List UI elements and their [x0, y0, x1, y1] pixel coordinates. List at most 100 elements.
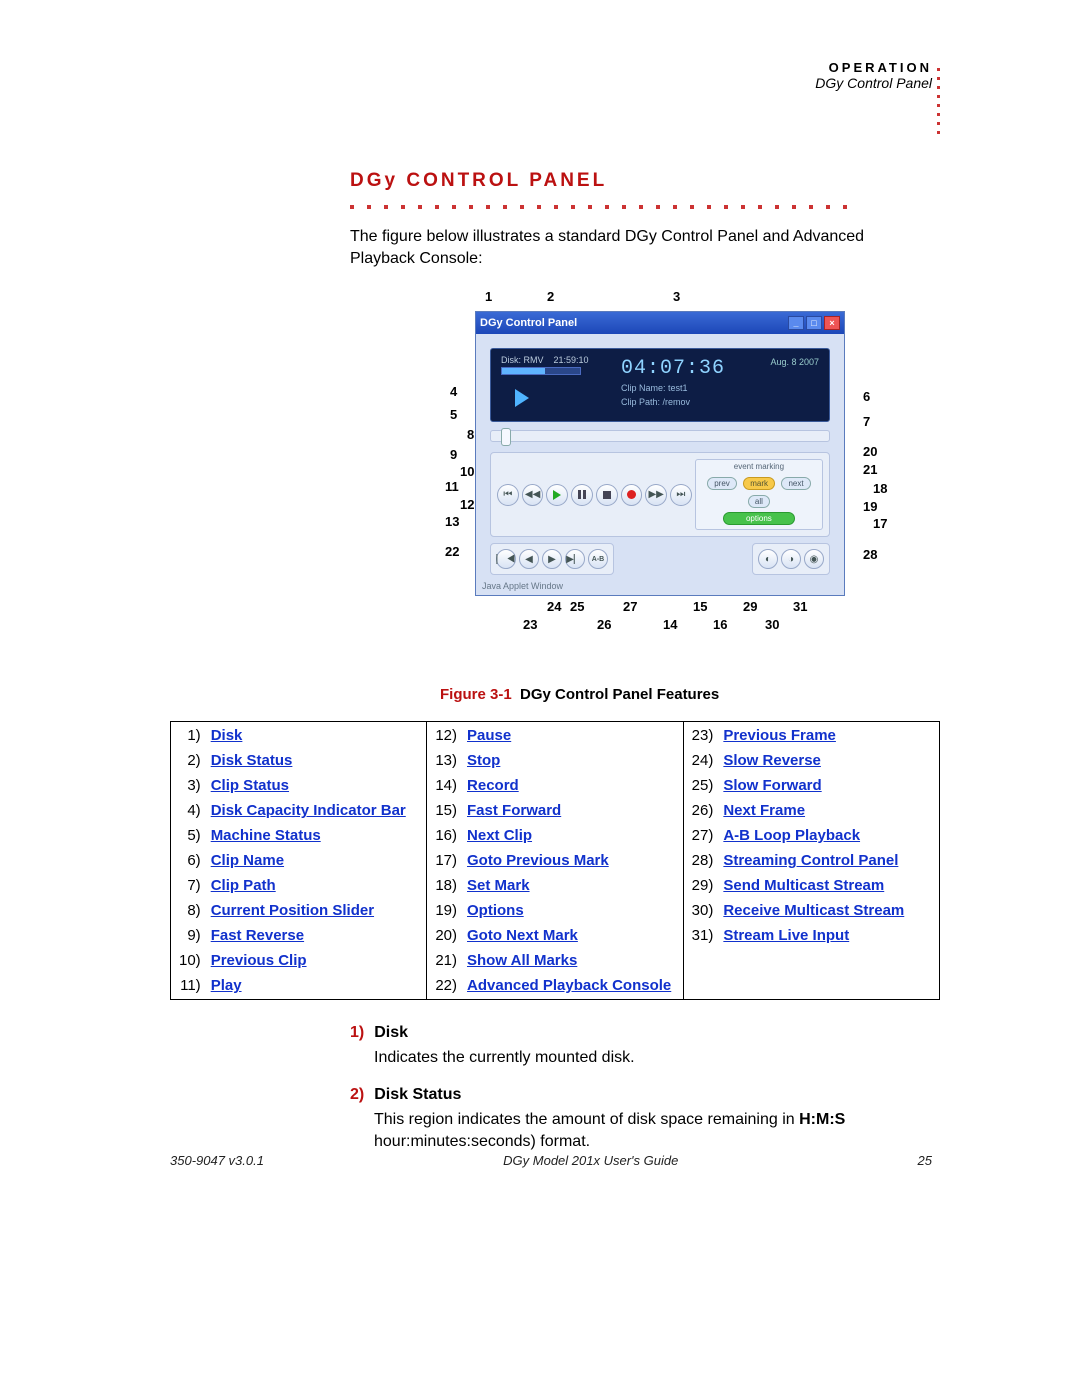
- legend-link[interactable]: Options: [467, 902, 524, 919]
- desc-1-num: 1): [350, 1024, 364, 1041]
- legend-link[interactable]: Receive Multicast Stream: [723, 902, 904, 919]
- callout-3: 3: [673, 289, 680, 304]
- disk-label: Disk:: [501, 355, 521, 365]
- legend-link[interactable]: Disk Status: [211, 752, 293, 769]
- legend-link[interactable]: A-B Loop Playback: [723, 827, 860, 844]
- legend-link[interactable]: Streaming Control Panel: [723, 852, 898, 869]
- position-slider[interactable]: [490, 430, 830, 442]
- desc-1-text: Indicates the currently mounted disk.: [374, 1047, 940, 1069]
- callout-16: 16: [713, 617, 727, 632]
- legend-link[interactable]: Set Mark: [467, 877, 530, 894]
- window-title: DGy Control Panel: [480, 317, 577, 329]
- page-header: OPERATION DGy Control Panel: [815, 60, 932, 91]
- maximize-button[interactable]: □: [806, 316, 822, 330]
- legend-table: 1)Disk 2)Disk Status 3)Clip Status 4)Dis…: [170, 721, 940, 1000]
- callout-22: 22: [445, 544, 459, 559]
- horizontal-dots-decor: [350, 198, 940, 216]
- send-multicast-button[interactable]: ◐: [758, 549, 778, 569]
- legend-link[interactable]: Goto Previous Mark: [467, 852, 609, 869]
- disk-value: RMV: [524, 355, 544, 365]
- callout-30: 30: [765, 617, 779, 632]
- close-button[interactable]: ×: [824, 316, 840, 330]
- legend-link[interactable]: Goto Next Mark: [467, 927, 578, 944]
- record-button[interactable]: [621, 484, 643, 506]
- slow-forward-button[interactable]: ▶: [542, 549, 562, 569]
- legend-link[interactable]: Show All Marks: [467, 952, 577, 969]
- next-clip-button[interactable]: ⏭: [670, 484, 692, 506]
- legend-link[interactable]: Machine Status: [211, 827, 321, 844]
- legend-link[interactable]: Stop: [467, 752, 500, 769]
- minimize-button[interactable]: _: [788, 316, 804, 330]
- next-frame-button[interactable]: ▶⎸: [565, 549, 585, 569]
- legend-link[interactable]: Clip Name: [211, 852, 284, 869]
- transport-controls: ⏮ ◀◀ ▶▶ ⏭ event marking prev mark next a…: [490, 452, 830, 537]
- stop-button[interactable]: [596, 484, 618, 506]
- legend-link[interactable]: Fast Reverse: [211, 927, 304, 944]
- fast-forward-button[interactable]: ▶▶: [645, 484, 667, 506]
- window-titlebar[interactable]: DGy Control Panel _ □ ×: [476, 312, 844, 334]
- legend-link[interactable]: Record: [467, 777, 519, 794]
- machine-status-icon: [515, 389, 529, 407]
- previous-frame-button[interactable]: ⎸◀: [496, 549, 516, 569]
- legend-link[interactable]: Send Multicast Stream: [723, 877, 884, 894]
- play-button[interactable]: [546, 484, 568, 506]
- callout-24: 24: [547, 599, 561, 614]
- vertical-dots-decor: [937, 62, 940, 140]
- previous-clip-button[interactable]: ◀◀: [522, 484, 544, 506]
- figure-caption: Figure 3-1 DGy Control Panel Features: [440, 686, 940, 703]
- figure-number: Figure 3-1: [440, 686, 512, 703]
- callout-7: 7: [863, 414, 870, 429]
- clipname-value: test1: [668, 383, 688, 393]
- pause-button[interactable]: [571, 484, 593, 506]
- streaming-control-panel: ◐ ◑ ◉: [752, 543, 830, 575]
- control-panel-window: DGy Control Panel _ □ × Disk: RMV 21:59:…: [475, 311, 845, 596]
- legend-link[interactable]: Disk: [211, 727, 243, 744]
- disk-time: 21:59:10: [554, 355, 589, 365]
- legend-link[interactable]: Stream Live Input: [723, 927, 849, 944]
- legend-link[interactable]: Disk Capacity Indicator Bar: [211, 802, 406, 819]
- stream-live-button[interactable]: ◉: [804, 549, 824, 569]
- callout-6: 6: [863, 389, 870, 404]
- legend-link[interactable]: Pause: [467, 727, 511, 744]
- legend-link[interactable]: Next Frame: [723, 802, 805, 819]
- legend-link[interactable]: Current Position Slider: [211, 902, 374, 919]
- options-button[interactable]: options: [723, 512, 795, 525]
- legend-link[interactable]: Slow Reverse: [723, 752, 821, 769]
- show-all-marks-button[interactable]: all: [748, 495, 770, 508]
- clipname-label: Clip Name:: [621, 383, 666, 393]
- callout-23: 23: [523, 617, 537, 632]
- goto-next-mark-button[interactable]: next: [781, 477, 810, 490]
- disk-capacity-bar: [501, 367, 581, 375]
- ab-loop-button[interactable]: A-B: [588, 549, 608, 569]
- fast-reverse-button[interactable]: ⏮: [497, 484, 519, 506]
- legend-link[interactable]: Fast Forward: [467, 802, 561, 819]
- legend-link[interactable]: Play: [211, 977, 242, 994]
- slow-reverse-button[interactable]: ◀: [519, 549, 539, 569]
- legend-link[interactable]: Next Clip: [467, 827, 532, 844]
- legend-link[interactable]: Slow Forward: [723, 777, 821, 794]
- status-display: Disk: RMV 21:59:10 04:07:36 Aug. 8 2007 …: [490, 348, 830, 422]
- receive-multicast-button[interactable]: ◑: [781, 549, 801, 569]
- callout-28: 28: [863, 547, 877, 562]
- figure-title: DGy Control Panel Features: [520, 686, 719, 703]
- callout-1: 1: [485, 289, 492, 304]
- clippath-label: Clip Path:: [621, 397, 660, 407]
- legend-link[interactable]: Previous Frame: [723, 727, 836, 744]
- desc-1-title: Disk: [374, 1024, 408, 1041]
- legend-link[interactable]: Clip Status: [211, 777, 289, 794]
- section-title: DGy CONTROL PANEL: [350, 170, 940, 192]
- callout-31: 31: [793, 599, 807, 614]
- slider-thumb[interactable]: [501, 428, 511, 446]
- set-mark-button[interactable]: mark: [743, 477, 775, 490]
- callout-2: 2: [547, 289, 554, 304]
- page-footer: 350-9047 v3.0.1 DGy Model 201x User's Gu…: [170, 1153, 932, 1168]
- callout-19: 19: [863, 499, 877, 514]
- legend-link[interactable]: Clip Path: [211, 877, 276, 894]
- callout-4: 4: [450, 384, 457, 399]
- legend-link[interactable]: Advanced Playback Console: [467, 977, 671, 994]
- legend-link[interactable]: Previous Clip: [211, 952, 307, 969]
- desc-2-num: 2): [350, 1086, 364, 1103]
- footer-left: 350-9047 v3.0.1: [170, 1153, 264, 1168]
- callout-26: 26: [597, 617, 611, 632]
- goto-prev-mark-button[interactable]: prev: [707, 477, 737, 490]
